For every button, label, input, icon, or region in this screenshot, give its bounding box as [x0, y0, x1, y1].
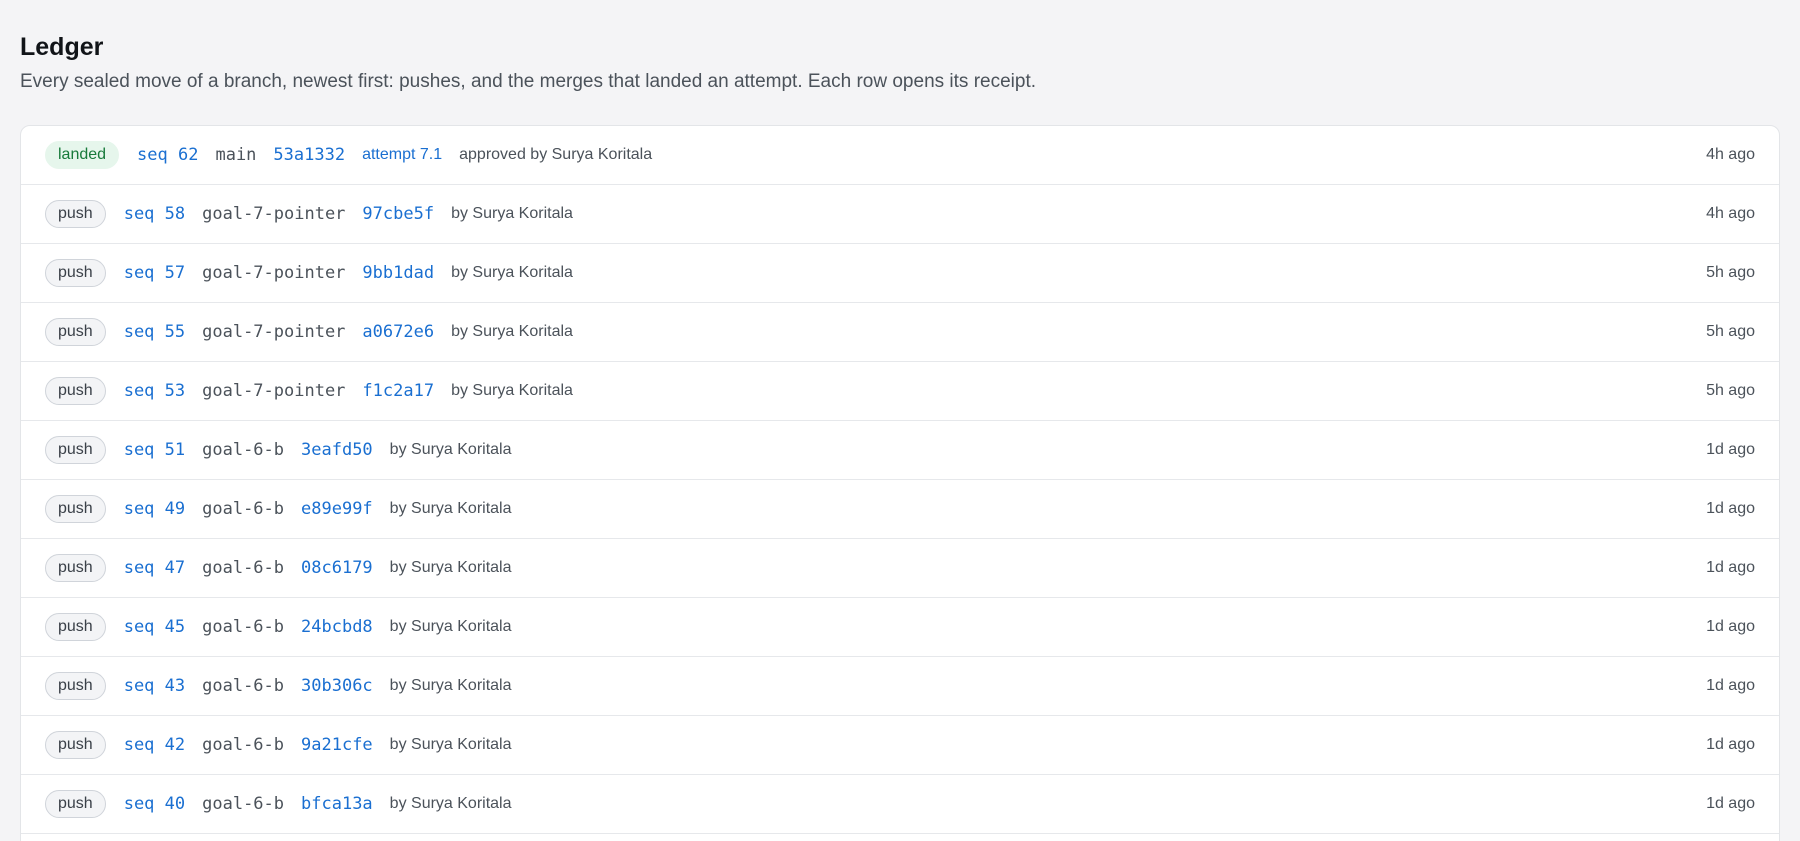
branch-name: goal-7-pointer [202, 204, 346, 224]
relative-time: 1d ago [1706, 618, 1755, 635]
branch-name: goal-7-pointer [202, 322, 346, 342]
commit-sha-link[interactable]: 97cbe5f [362, 204, 434, 224]
commit-sha-link[interactable]: 53a1332 [273, 145, 345, 165]
commit-sha-link[interactable]: 30b306c [301, 676, 373, 696]
author-meta: by Surya Koritala [451, 323, 573, 340]
push-badge: push [45, 790, 106, 818]
ledger-list: landed seq 62 main 53a1332 attempt 7.1 approv… [20, 125, 1780, 841]
branch-name: goal-6-b [202, 735, 285, 755]
ledger-row[interactable]: push seq 40 goal-6-b bfca13a by Surya Korita… [21, 775, 1779, 834]
author-meta: by Surya Koritala [451, 205, 573, 222]
push-badge: push [45, 200, 106, 228]
seq-link[interactable]: seq 55 [124, 322, 185, 342]
relative-time: 5h ago [1706, 323, 1755, 340]
ledger-row[interactable]: push seq 58 goal-7-pointer 97cbe5f by Surya … [21, 185, 1779, 244]
relative-time: 1d ago [1706, 559, 1755, 576]
commit-sha-link[interactable]: 24bcbd8 [301, 617, 373, 637]
author-meta: by Surya Koritala [451, 382, 573, 399]
branch-name: goal-6-b [202, 440, 285, 460]
author-meta: by Surya Koritala [389, 500, 512, 517]
commit-sha-link[interactable]: 9bb1dad [362, 263, 434, 283]
push-badge: push [45, 495, 106, 523]
author-meta: approved by Surya Koritala [459, 146, 653, 163]
branch-name: goal-7-pointer [202, 263, 346, 283]
author-meta: by Surya Koritala [389, 559, 512, 576]
commit-sha-link[interactable]: 9a21cfe [301, 735, 373, 755]
author-meta: by Surya Koritala [389, 441, 512, 458]
relative-time: 5h ago [1706, 264, 1755, 281]
push-badge: push [45, 436, 106, 464]
push-badge: push [45, 377, 106, 405]
seq-link[interactable]: seq 40 [124, 794, 185, 814]
author-meta: by Surya Koritala [451, 264, 573, 281]
author-meta: by Surya Koritala [389, 795, 512, 812]
push-badge: push [45, 318, 106, 346]
ledger-row[interactable]: landed seq 62 main 53a1332 attempt 7.1 approv… [21, 126, 1779, 185]
relative-time: 1d ago [1706, 441, 1755, 458]
push-badge: push [45, 672, 106, 700]
landed-badge: landed [45, 141, 120, 169]
branch-name: goal-7-pointer [202, 381, 346, 401]
relative-time: 4h ago [1706, 205, 1755, 222]
seq-link[interactable]: seq 43 [124, 676, 185, 696]
page-title: Ledger [20, 33, 104, 61]
push-badge: push [45, 613, 106, 641]
ledger-row[interactable]: push seq 42 goal-6-b 9a21cfe by Surya Korita… [21, 716, 1779, 775]
author-meta: by Surya Koritala [389, 618, 512, 635]
attempt-link[interactable]: attempt 7.1 [362, 146, 442, 164]
commit-sha-link[interactable]: e89e99f [301, 499, 373, 519]
seq-link[interactable]: seq 51 [124, 440, 185, 460]
ledger-row[interactable]: push seq 47 goal-6-b 08c6179 by Surya Korita… [21, 539, 1779, 598]
branch-name: goal-6-b [202, 676, 285, 696]
seq-link[interactable]: seq 53 [124, 381, 185, 401]
push-badge: push [45, 554, 106, 582]
author-meta: by Surya Koritala [389, 736, 512, 753]
relative-time: 1d ago [1706, 500, 1755, 517]
author-meta: by Surya Koritala [389, 677, 512, 694]
seq-link[interactable]: seq 62 [137, 145, 198, 165]
seq-link[interactable]: seq 57 [124, 263, 185, 283]
seq-link[interactable]: seq 58 [124, 204, 185, 224]
commit-sha-link[interactable]: f1c2a17 [362, 381, 434, 401]
branch-name: goal-6-b [202, 617, 285, 637]
seq-link[interactable]: seq 49 [124, 499, 185, 519]
ledger-row[interactable]: push seq 53 goal-7-pointer f1c2a17 by Surya … [21, 362, 1779, 421]
commit-sha-link[interactable]: 3eafd50 [301, 440, 373, 460]
ledger-row[interactable]: push seq 55 goal-7-pointer a0672e6 by Surya … [21, 303, 1779, 362]
branch-name: main [215, 145, 257, 165]
page-subtitle: Every sealed move of a branch, newest fi… [20, 71, 1036, 92]
ledger-page: Ledger Every sealed move of a branch, ne… [0, 0, 1800, 841]
branch-name: goal-6-b [202, 558, 285, 578]
page-header: Ledger Every sealed move of a branch, ne… [20, 0, 1780, 95]
ledger-row[interactable]: push seq 51 goal-6-b 3eafd50 by Surya Korita… [21, 421, 1779, 480]
seq-link[interactable]: seq 47 [124, 558, 185, 578]
ledger-row[interactable]: push seq 49 goal-6-b e89e99f by Surya Korita… [21, 480, 1779, 539]
ledger-row[interactable]: push seq 45 goal-6-b 24bcbd8 by Surya Korita… [21, 598, 1779, 657]
branch-name: goal-6-b [202, 794, 285, 814]
relative-time: 1d ago [1706, 795, 1755, 812]
relative-time: 1d ago [1706, 677, 1755, 694]
push-badge: push [45, 731, 106, 759]
relative-time: 4h ago [1706, 146, 1755, 163]
ledger-row[interactable]: push seq 57 goal-7-pointer 9bb1dad by Surya … [21, 244, 1779, 303]
commit-sha-link[interactable]: bfca13a [301, 794, 373, 814]
ledger-row[interactable]: push seq 43 goal-6-b 30b306c by Surya Korita… [21, 657, 1779, 716]
relative-time: 1d ago [1706, 736, 1755, 753]
seq-link[interactable]: seq 42 [124, 735, 185, 755]
branch-name: goal-6-b [202, 499, 285, 519]
commit-sha-link[interactable]: 08c6179 [301, 558, 373, 578]
relative-time: 5h ago [1706, 382, 1755, 399]
push-badge: push [45, 259, 106, 287]
commit-sha-link[interactable]: a0672e6 [362, 322, 434, 342]
seq-link[interactable]: seq 45 [124, 617, 185, 637]
